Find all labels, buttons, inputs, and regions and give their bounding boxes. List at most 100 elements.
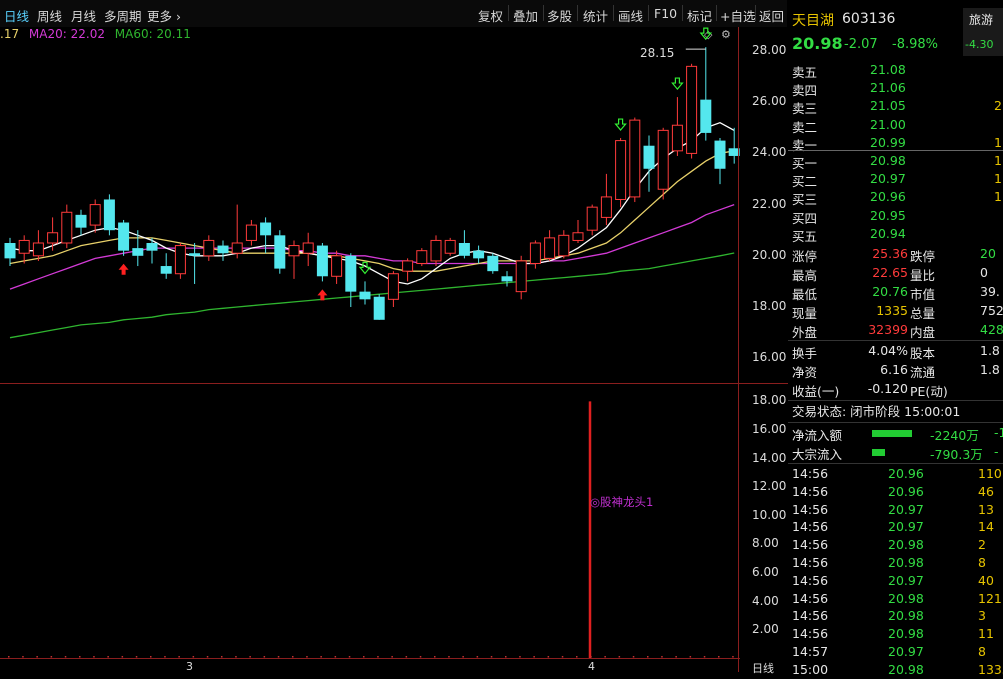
candle-body	[686, 65, 698, 154]
signal-label: ◎股神龙头1	[590, 494, 653, 510]
flow-bar	[872, 430, 912, 437]
candle-body	[89, 204, 101, 226]
candle-body	[515, 260, 527, 293]
candle	[686, 63, 698, 159]
stat-value: 39.	[980, 284, 1000, 299]
book-price: 20.98	[870, 153, 906, 168]
tick-row: 14:56 20.96 46	[788, 484, 1003, 501]
trade-status: 交易状态: 闭市阶段 15:00:01	[792, 404, 961, 419]
ask-row[interactable]: 卖四 21.06	[788, 79, 1003, 98]
y-axis-line	[738, 27, 739, 672]
tick-time: 15:00	[792, 661, 829, 677]
candle-body	[700, 99, 712, 133]
price-axis-tick: 28.00	[752, 43, 787, 57]
candle-body	[629, 119, 641, 198]
tick-time: 14:57	[792, 644, 829, 659]
indicator-axis-tick: 18.00	[752, 393, 787, 408]
candle-body	[416, 250, 428, 264]
book-volume: 1	[994, 153, 1002, 168]
candle-body	[61, 211, 73, 244]
candle-body	[544, 237, 556, 259]
indicator-axis-tick: 6.00	[752, 565, 779, 579]
candle-body	[260, 222, 272, 236]
indicator-axis-tick: 14.00	[752, 450, 787, 465]
tick-row: 14:56 20.97 40	[788, 573, 1003, 590]
stat-label: 最高	[792, 268, 818, 283]
stat-label: 现量	[792, 306, 818, 321]
stat-value: 20.76	[872, 284, 908, 299]
tick-row: 14:56 20.98 2	[788, 537, 1003, 554]
tick-volume: 13	[978, 501, 994, 517]
candle-body	[316, 245, 328, 277]
bid-row[interactable]: 买四 20.95	[788, 207, 1003, 226]
candle-body	[359, 291, 371, 300]
ask-row[interactable]: 卖三 21.05 2	[788, 97, 1003, 116]
book-price: 21.08	[870, 62, 906, 77]
candle	[558, 230, 570, 259]
candle	[103, 194, 115, 236]
candle	[529, 240, 541, 269]
candle-body	[103, 199, 115, 231]
candle	[245, 219, 257, 246]
indicator-axis-tick: 16.00	[752, 422, 787, 436]
tick-row: 14:56 20.96 110	[788, 466, 1003, 483]
price-chart[interactable]	[0, 0, 788, 672]
sector-tag: 旅游	[969, 13, 994, 27]
high-price-label: 28.15	[640, 46, 675, 60]
x-label-month-3: 3	[186, 660, 193, 673]
candle-body	[600, 196, 612, 218]
tick-price: 20.97	[888, 572, 924, 588]
candle-body	[132, 248, 144, 256]
stat-label: PE(动)	[910, 384, 948, 399]
buy-arrow-icon	[118, 263, 129, 275]
tick-price: 20.97	[888, 501, 924, 517]
indicator-axis-tick: 10.00	[752, 507, 787, 522]
price-axis-tick: 18.00	[752, 299, 787, 313]
candle-body	[217, 245, 229, 254]
candle	[544, 230, 556, 261]
sell-arrow-icon	[699, 27, 713, 41]
tick-volume: 1335	[978, 661, 1003, 677]
candle	[118, 219, 130, 256]
stat-value: 1335	[876, 303, 908, 318]
tick-price: 20.98	[888, 661, 924, 677]
candle	[174, 243, 186, 279]
bid-row[interactable]: 买三 20.96 1	[788, 188, 1003, 207]
stat-label: 净资	[792, 365, 818, 380]
sector-box[interactable]: 旅游 -4.30	[963, 8, 1003, 56]
stat-label: 涨停	[792, 249, 818, 264]
candle	[373, 294, 385, 320]
bid-row[interactable]: 买五 20.94	[788, 225, 1003, 244]
tick-volume: 110	[978, 466, 1002, 481]
flow-value: -790.3万	[930, 447, 983, 462]
flow-extra: -1	[994, 425, 1003, 440]
tick-volume: 11	[978, 626, 994, 642]
stat-value: 6.16	[880, 362, 908, 377]
candle	[515, 255, 527, 300]
ask-row[interactable]: 卖五 21.08	[788, 61, 1003, 80]
book-price: 21.05	[870, 98, 906, 114]
book-price: 20.94	[870, 225, 906, 241]
ma60-line	[9, 252, 735, 339]
tick-price: 20.98	[888, 608, 924, 624]
sector-pct: -4.30	[965, 38, 994, 51]
bid-row[interactable]: 买一 20.98 1	[788, 152, 1003, 171]
candle-body	[487, 255, 499, 272]
candle	[4, 237, 16, 267]
candle-body	[714, 140, 726, 169]
tick-volume: 3	[978, 608, 986, 624]
tick-volume: 40	[978, 572, 994, 588]
stat-value: 25.36	[872, 246, 908, 261]
candle	[416, 248, 428, 267]
sell-arrow-icon	[671, 77, 684, 91]
candle	[714, 138, 726, 185]
book-divider	[788, 150, 1003, 151]
ask-row[interactable]: 卖二 21.00	[788, 116, 1003, 135]
bid-row[interactable]: 买二 20.97 1	[788, 170, 1003, 189]
candle	[600, 173, 612, 226]
candle	[345, 253, 357, 307]
sell-arrow-icon	[614, 118, 627, 131]
book-volume: 1	[994, 189, 1002, 205]
candle-body	[160, 266, 172, 274]
book-level-label: 卖五	[792, 65, 818, 80]
